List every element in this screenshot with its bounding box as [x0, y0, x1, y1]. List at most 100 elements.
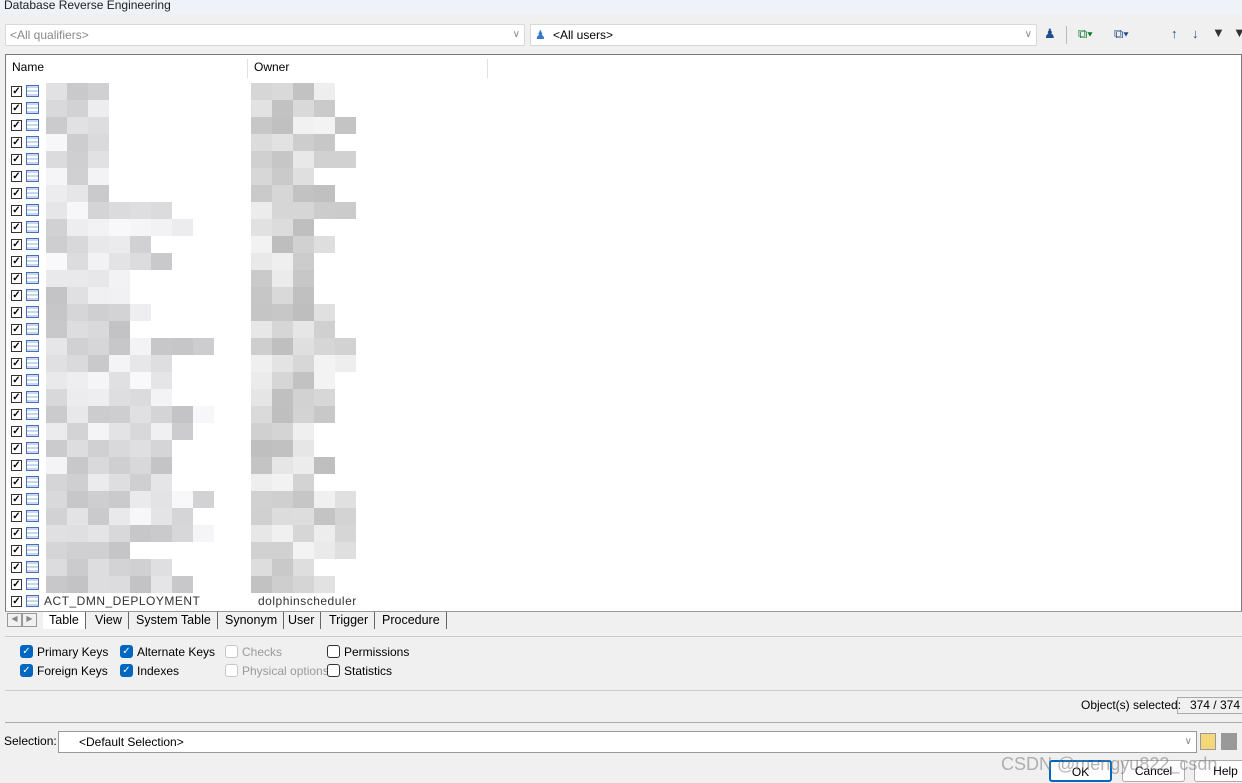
row-checkbox[interactable]: ✓ [11, 443, 22, 454]
selection-combo[interactable]: <Default Selection> ∨ [58, 731, 1197, 753]
table-row[interactable]: ✓ [10, 100, 610, 117]
row-checkbox[interactable]: ✓ [11, 579, 22, 590]
object-list[interactable]: Name Owner ✓ ✓ ✓ ✓ ✓ ✓ ✓ ✓ ✓ ✓ ✓ ✓ ✓ ✓ ✓ ✓ ✓ ✓ ✓ ✓ ✓ ✓ ✓ ✓ ✓ ✓ ✓ ✓ ✓… [5, 54, 1242, 612]
table-row[interactable]: ✓ [10, 219, 610, 236]
table-row[interactable]: ✓ [10, 83, 610, 100]
owner-combo[interactable]: ♟ <All users> ∨ [530, 24, 1037, 46]
table-row[interactable]: ✓ [10, 168, 610, 185]
tab-procedure[interactable]: Procedure [376, 612, 447, 629]
table-row[interactable]: ✓ [10, 491, 610, 508]
tab-view[interactable]: View [89, 612, 129, 629]
table-row[interactable]: ✓ [10, 508, 610, 525]
table-row[interactable]: ✓ [10, 559, 610, 576]
row-checkbox[interactable]: ✓ [11, 341, 22, 352]
redacted-mosaic [130, 508, 151, 525]
table-row[interactable]: ✓ [10, 542, 610, 559]
row-checkbox[interactable]: ✓ [11, 324, 22, 335]
row-checkbox[interactable]: ✓ [11, 460, 22, 471]
redacted-mosaic [272, 389, 293, 406]
tab-trigger[interactable]: Trigger [323, 612, 376, 629]
row-checkbox[interactable]: ✓ [11, 307, 22, 318]
redacted-mosaic [151, 423, 172, 440]
table-row[interactable]: ✓ [10, 576, 610, 593]
redacted-mosaic [272, 457, 293, 474]
row-checkbox[interactable]: ✓ [11, 545, 22, 556]
row-checkbox[interactable]: ✓ [11, 86, 22, 97]
table-row[interactable]: ✓ [10, 304, 610, 321]
table-row[interactable]: ✓ [10, 236, 610, 253]
column-header-owner[interactable]: Owner [248, 59, 488, 78]
table-row[interactable]: ✓ [10, 423, 610, 440]
select-user-icon[interactable]: ♟ [1044, 26, 1056, 42]
row-checkbox[interactable]: ✓ [11, 375, 22, 386]
filter-edit-icon[interactable]: ▼ [1212, 25, 1225, 40]
tab-synonym[interactable]: Synonym [219, 612, 285, 629]
table-row[interactable]: ✓ [10, 270, 610, 287]
row-checkbox[interactable]: ✓ [11, 120, 22, 131]
table-row[interactable]: ✓ [10, 287, 610, 304]
row-checkbox[interactable]: ✓ [11, 239, 22, 250]
row-checkbox[interactable]: ✓ [11, 511, 22, 522]
row-checkbox[interactable]: ✓ [11, 137, 22, 148]
row-checkbox[interactable]: ✓ [11, 494, 22, 505]
qualifier-combo[interactable]: <All qualifiers> ∨ [5, 24, 525, 46]
row-checkbox[interactable]: ✓ [11, 222, 22, 233]
filter-icon[interactable]: ▼ [1233, 25, 1242, 40]
move-down-icon[interactable]: ↓ [1192, 26, 1199, 41]
foreign-keys-checkbox[interactable]: ✓ Foreign Keys [20, 663, 108, 679]
primary-keys-checkbox[interactable]: ✓ Primary Keys [20, 644, 108, 660]
row-checkbox[interactable]: ✓ [11, 256, 22, 267]
redacted-mosaic [272, 100, 293, 117]
row-checkbox[interactable]: ✓ [11, 426, 22, 437]
table-row[interactable]: ✓ [10, 151, 610, 168]
table-row[interactable]: ✓ [10, 321, 610, 338]
row-checkbox[interactable]: ✓ [11, 273, 22, 284]
table-row[interactable]: ✓ [10, 117, 610, 134]
row-checkbox[interactable]: ✓ [11, 103, 22, 114]
row-checkbox[interactable]: ✓ [11, 290, 22, 301]
table-row[interactable]: ✓ [10, 406, 610, 423]
row-checkbox[interactable]: ✓ [11, 392, 22, 403]
tab-system-table[interactable]: System Table [130, 612, 218, 629]
table-row[interactable]: ✓ ACT_DMN_DEPLOYMENT dolphinscheduler [10, 593, 610, 610]
tab-table[interactable]: Table [43, 612, 86, 629]
table-row[interactable]: ✓ [10, 525, 610, 542]
redacted-mosaic [109, 219, 130, 236]
row-checkbox[interactable]: ✓ [11, 528, 22, 539]
redacted-mosaic [293, 525, 314, 542]
tab-user[interactable]: User [282, 612, 322, 629]
alternate-keys-checkbox[interactable]: ✓ Alternate Keys [120, 644, 215, 660]
table-row[interactable]: ✓ [10, 457, 610, 474]
table-row[interactable]: ✓ [10, 440, 610, 457]
table-row[interactable]: ✓ [10, 134, 610, 151]
indexes-checkbox[interactable]: ✓ Indexes [120, 663, 179, 679]
row-checkbox[interactable]: ✓ [11, 596, 22, 607]
save-selection-icon[interactable] [1221, 733, 1237, 750]
table-row[interactable]: ✓ [10, 389, 610, 406]
column-header-name[interactable]: Name [6, 59, 248, 78]
scroll-left-button[interactable]: ◀ [7, 613, 22, 627]
table-row[interactable]: ✓ [10, 474, 610, 491]
table-row[interactable]: ✓ [10, 253, 610, 270]
table-row[interactable]: ✓ [10, 355, 610, 372]
row-checkbox[interactable]: ✓ [11, 477, 22, 488]
row-checkbox[interactable]: ✓ [11, 188, 22, 199]
row-checkbox[interactable]: ✓ [11, 409, 22, 420]
statistics-checkbox[interactable]: Statistics [327, 663, 392, 679]
row-checkbox[interactable]: ✓ [11, 562, 22, 573]
folder-icon[interactable] [1200, 733, 1216, 750]
scroll-right-button[interactable]: ▶ [22, 613, 37, 627]
deselect-all-icon[interactable]: ⧉▾ [1114, 26, 1129, 42]
permissions-checkbox[interactable]: Permissions [327, 644, 409, 660]
table-row[interactable]: ✓ [10, 338, 610, 355]
select-all-icon[interactable]: ⧉▾ [1078, 26, 1093, 42]
row-checkbox[interactable]: ✓ [11, 171, 22, 182]
row-checkbox[interactable]: ✓ [11, 358, 22, 369]
table-row[interactable]: ✓ [10, 185, 610, 202]
redacted-mosaic [46, 474, 67, 491]
row-checkbox[interactable]: ✓ [11, 205, 22, 216]
table-row[interactable]: ✓ [10, 372, 610, 389]
row-checkbox[interactable]: ✓ [11, 154, 22, 165]
move-up-icon[interactable]: ↑ [1171, 26, 1178, 41]
table-row[interactable]: ✓ [10, 202, 610, 219]
